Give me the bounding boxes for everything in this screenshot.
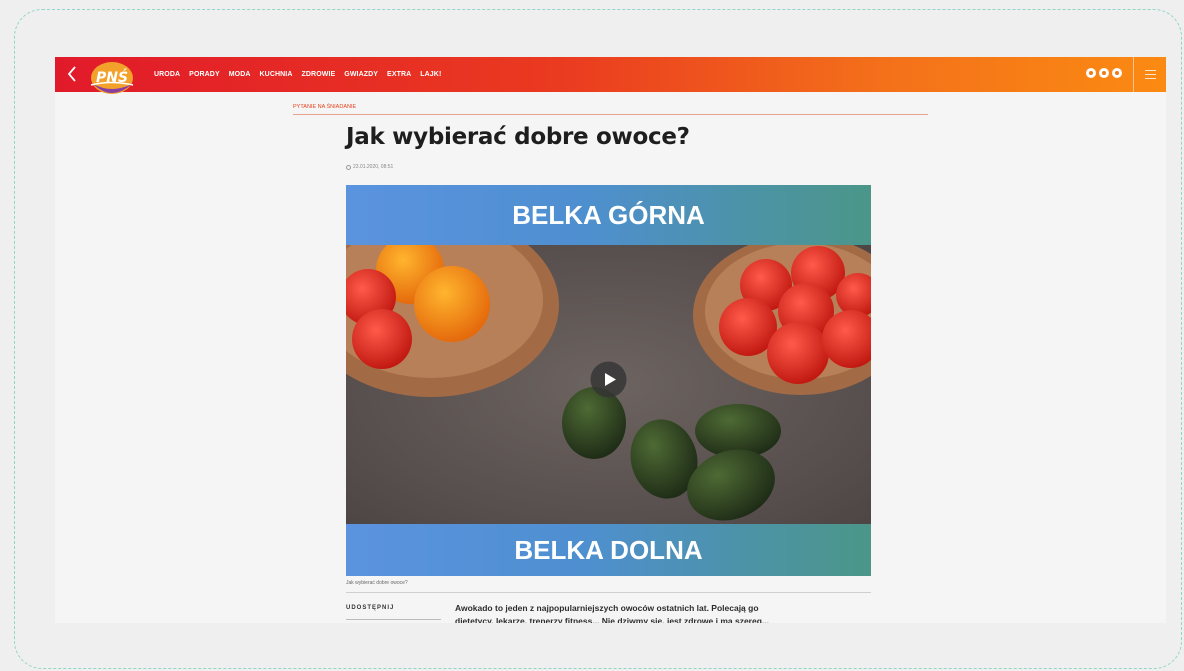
article-lead: Awokado to jeden z najpopularniejszych o… (455, 602, 835, 623)
facebook-icon[interactable] (1086, 68, 1096, 78)
clock-icon (346, 164, 351, 170)
article-title: Jak wybierać dobre owoce? (346, 124, 690, 150)
article-lead-line-2: dietetycy, lekarze, trenerzy fitness... … (455, 616, 769, 623)
article-date: 23.01.2020, 08:51 (346, 164, 393, 170)
nav-link-lajk[interactable]: LAJK! (420, 71, 441, 78)
nav-link-zdrowie[interactable]: ZDROWIE (302, 71, 336, 78)
youtube-icon[interactable] (1112, 68, 1122, 78)
nav-link-porady[interactable]: PORADY (189, 71, 220, 78)
nav-link-gwiazdy[interactable]: GWIAZDY (344, 71, 378, 78)
top-navbar: PNŚ URODA PORADY MODA KUCHNIA ZDROWIE GW… (55, 57, 1166, 94)
nav-link-kuchnia[interactable]: KUCHNIA (260, 71, 293, 78)
article-date-text: 23.01.2020, 08:51 (353, 164, 394, 170)
social-icons (1086, 68, 1122, 78)
nav-links: URODA PORADY MODA KUCHNIA ZDROWIE GWIAZD… (154, 57, 450, 92)
play-icon[interactable] (590, 361, 627, 398)
back-arrow-icon[interactable] (64, 64, 80, 84)
menu-icon[interactable] (1145, 70, 1156, 79)
nav-link-moda[interactable]: MODA (229, 71, 251, 78)
article-lead-line-1: Awokado to jeden z najpopularniejszych o… (455, 603, 759, 613)
banner-bottom: BELKA DOLNA (346, 524, 871, 576)
instagram-icon[interactable] (1099, 68, 1109, 78)
article-category[interactable]: PYTANIE NA ŚNIADANIE (293, 104, 356, 110)
video-caption: Jak wybierać dobre owoce? (346, 580, 408, 586)
banner-top: BELKA GÓRNA (346, 185, 871, 245)
share-divider (346, 619, 441, 620)
share-label: UDOSTĘPNIJ (346, 605, 395, 611)
browser-viewport: PNŚ URODA PORADY MODA KUCHNIA ZDROWIE GW… (55, 57, 1166, 623)
logo-text: PNŚ (96, 68, 128, 86)
category-divider (293, 114, 928, 115)
nav-link-extra[interactable]: EXTRA (387, 71, 411, 78)
pns-logo[interactable]: PNŚ (86, 60, 138, 100)
caption-divider (346, 592, 871, 593)
nav-link-uroda[interactable]: URODA (154, 71, 180, 78)
nav-divider (1133, 57, 1134, 92)
